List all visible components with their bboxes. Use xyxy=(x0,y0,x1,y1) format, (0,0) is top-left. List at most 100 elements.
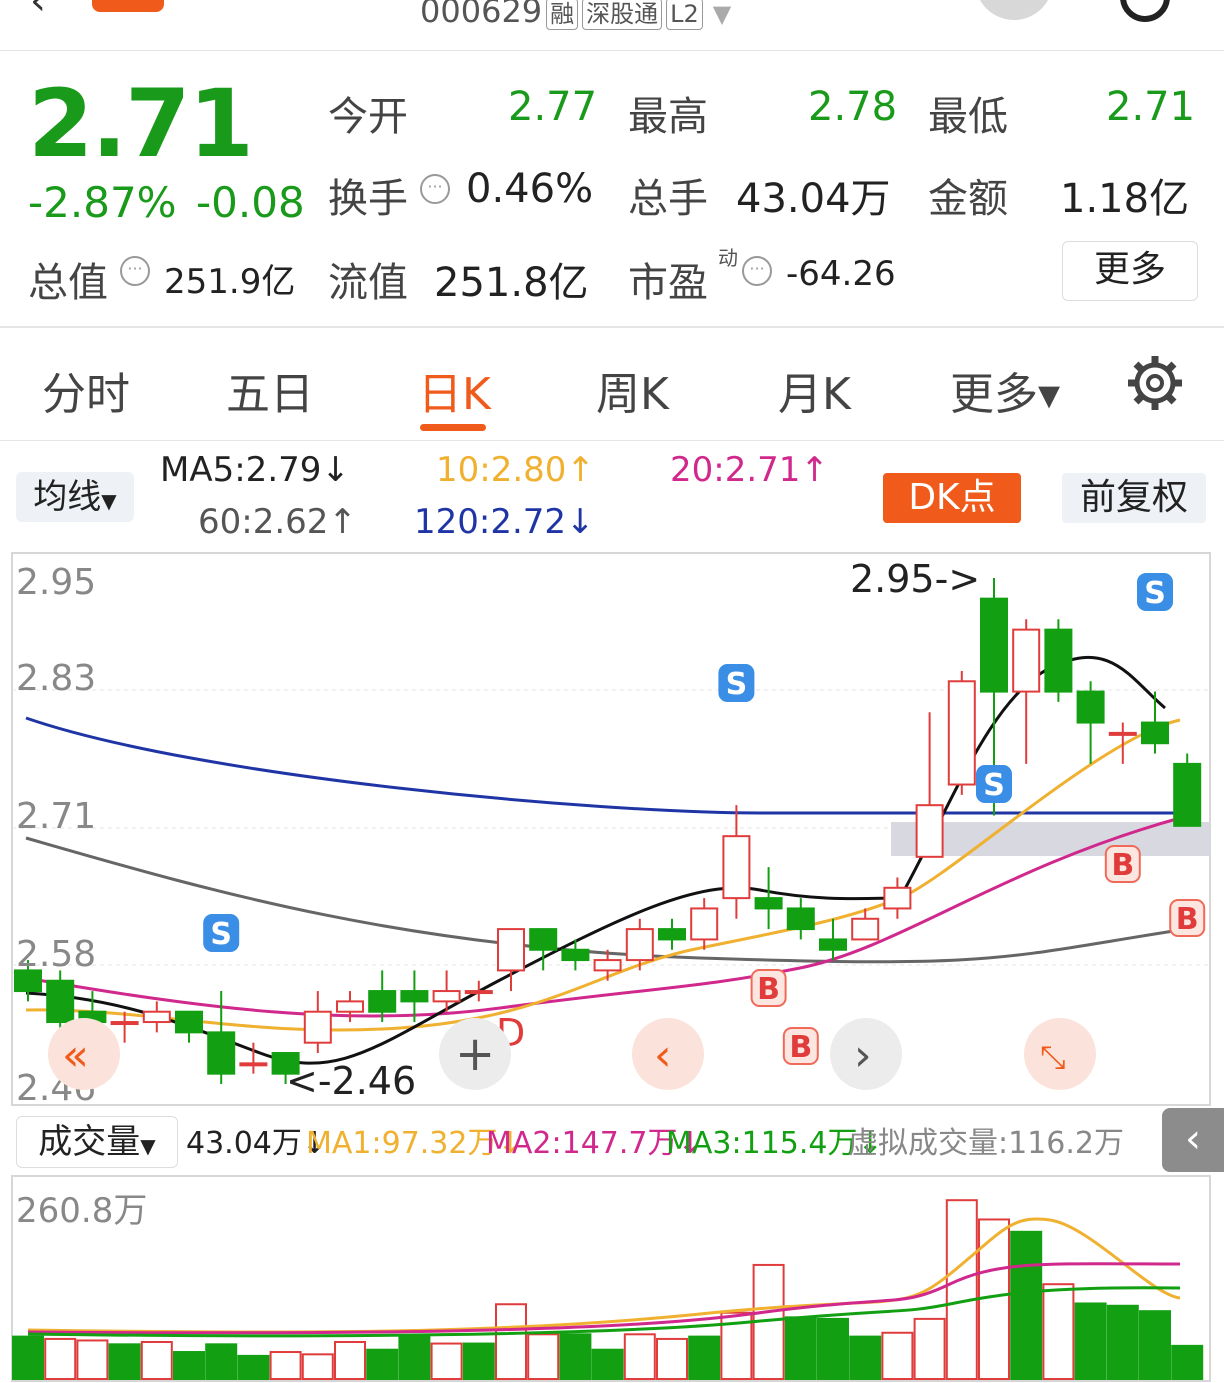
tab-more[interactable]: 更多▾ xyxy=(950,358,1060,422)
volume-bar xyxy=(1042,1283,1075,1380)
sell-signal[interactable]: S xyxy=(976,765,1012,803)
candle-body xyxy=(175,1010,203,1034)
volume-bar xyxy=(12,1335,44,1380)
tab-monthly-k[interactable]: 月K xyxy=(778,358,851,422)
candle-body xyxy=(46,979,75,1024)
candle-body xyxy=(561,948,590,962)
ma-selector[interactable]: 均线▼ xyxy=(16,472,134,522)
candle-body xyxy=(915,804,944,858)
candle-body xyxy=(690,907,719,941)
info-icon[interactable]: ··· xyxy=(120,256,150,286)
candle-body xyxy=(239,1062,268,1067)
candle-body xyxy=(1044,628,1073,693)
market-cap-label: 总值 xyxy=(28,260,108,306)
candle-body xyxy=(947,680,976,786)
volume-bar xyxy=(527,1333,560,1380)
tag-level2: L2 xyxy=(666,0,703,30)
volume-bar xyxy=(945,1199,978,1380)
change-percent: -2.87% xyxy=(28,178,177,227)
open-value: 2.77 xyxy=(508,84,598,130)
candle-body xyxy=(303,1010,332,1044)
tab-intraday[interactable]: 分时 xyxy=(42,358,130,422)
more-quote-button[interactable]: 更多 xyxy=(1062,241,1198,301)
volume-bar xyxy=(108,1343,141,1380)
caret-down-icon: ▼ xyxy=(101,489,117,513)
chevron-down-icon[interactable]: ▼ xyxy=(713,0,731,28)
price-tick: 2.71 xyxy=(16,796,96,837)
avatar[interactable] xyxy=(975,0,1053,20)
candle-body xyxy=(819,938,847,951)
pe-label: 市盈 xyxy=(628,260,708,306)
candle-body xyxy=(336,1000,364,1013)
chevron-right-icon[interactable]: › xyxy=(854,1030,872,1081)
volume-axis-top: 260.8万 xyxy=(16,1191,147,1231)
turnover-label: 换手 xyxy=(328,176,408,222)
svg-text:S: S xyxy=(983,768,1005,803)
candle-body xyxy=(368,990,397,1013)
candle-body xyxy=(722,835,751,900)
low-annotation: <-2.46 xyxy=(286,1059,416,1103)
svg-text:B: B xyxy=(789,1030,812,1065)
volume-bar xyxy=(881,1331,914,1381)
buy-signal[interactable]: B xyxy=(750,969,787,1007)
volume-bar xyxy=(591,1348,624,1381)
back-icon[interactable]: ‹ xyxy=(30,0,46,24)
svg-text:B: B xyxy=(1111,848,1134,883)
candle xyxy=(947,670,976,795)
expand-icon[interactable]: ⤡ xyxy=(1040,1038,1066,1076)
buy-signal[interactable]: B xyxy=(1104,845,1141,883)
price-tick: 2.95 xyxy=(16,562,96,603)
candle-body xyxy=(980,597,1008,693)
volume-bar xyxy=(269,1351,302,1380)
volume-bar xyxy=(205,1343,238,1380)
pe-value: -64.26 xyxy=(786,254,896,294)
volume-selector-label: 成交量 xyxy=(38,1122,141,1162)
gear-icon[interactable] xyxy=(1126,354,1184,412)
tag-margin: 融 xyxy=(546,0,579,30)
plus-icon[interactable]: + xyxy=(455,1026,495,1082)
collapse-panel-button[interactable]: ‹ xyxy=(1162,1108,1224,1172)
volume-bar xyxy=(913,1317,946,1380)
volume-chart: 260.8万 xyxy=(11,1175,1211,1382)
candle-body xyxy=(754,897,783,910)
volume-bar xyxy=(688,1335,721,1380)
tab-daily-k[interactable]: 日K xyxy=(418,358,491,422)
candle-body xyxy=(1173,762,1202,827)
stock-code[interactable]: 000629 融深股通 L2 ▼ xyxy=(420,0,731,30)
info-icon[interactable]: ··· xyxy=(742,256,772,286)
volume-bar xyxy=(44,1337,77,1380)
candle-body xyxy=(432,990,461,1003)
chevron-left-icon[interactable]: ‹ xyxy=(654,1030,672,1081)
last-price: 2.71 xyxy=(28,70,254,179)
ma120-value: 120:2.72↓ xyxy=(414,502,595,542)
volume-selector[interactable]: 成交量▼ xyxy=(16,1116,178,1168)
candle-body xyxy=(1076,690,1105,724)
stock-code-text: 000629 xyxy=(420,0,543,30)
ma20-value: 20:2.71↑ xyxy=(670,450,829,490)
adjust-button[interactable]: 前复权 xyxy=(1062,473,1206,523)
sell-signal[interactable]: S xyxy=(1137,573,1173,611)
buy-signal[interactable]: B xyxy=(1169,899,1206,937)
info-icon[interactable]: ··· xyxy=(420,174,450,204)
sell-signal[interactable]: S xyxy=(203,914,240,952)
ma5-value: MA5:2.79↓ xyxy=(160,450,350,490)
sell-signal[interactable]: S xyxy=(718,664,755,702)
candle-body xyxy=(464,990,493,995)
candle-body xyxy=(529,928,558,951)
search-icon[interactable] xyxy=(1120,0,1170,22)
tab-five-day[interactable]: 五日 xyxy=(226,358,314,422)
volume-bar xyxy=(366,1348,399,1381)
svg-text:S: S xyxy=(210,917,232,952)
dk-point-button[interactable]: DK点 xyxy=(883,473,1021,523)
candle xyxy=(1173,753,1202,827)
volume-bar xyxy=(559,1333,592,1380)
double-chevron-left-icon[interactable]: « xyxy=(62,1030,89,1081)
amount-label: 金额 xyxy=(928,176,1008,222)
candle-body xyxy=(851,917,880,941)
buy-signal[interactable]: B xyxy=(782,1027,819,1065)
candle-body xyxy=(883,886,912,910)
tab-weekly-k[interactable]: 周K xyxy=(596,358,669,422)
volume-bar xyxy=(656,1337,688,1380)
low-value: 2.71 xyxy=(1106,84,1196,130)
candlestick-chart[interactable]: 2.95 2.83 2.71 2.58 2.46 2.95-> <-2.46 D… xyxy=(0,548,1224,1108)
